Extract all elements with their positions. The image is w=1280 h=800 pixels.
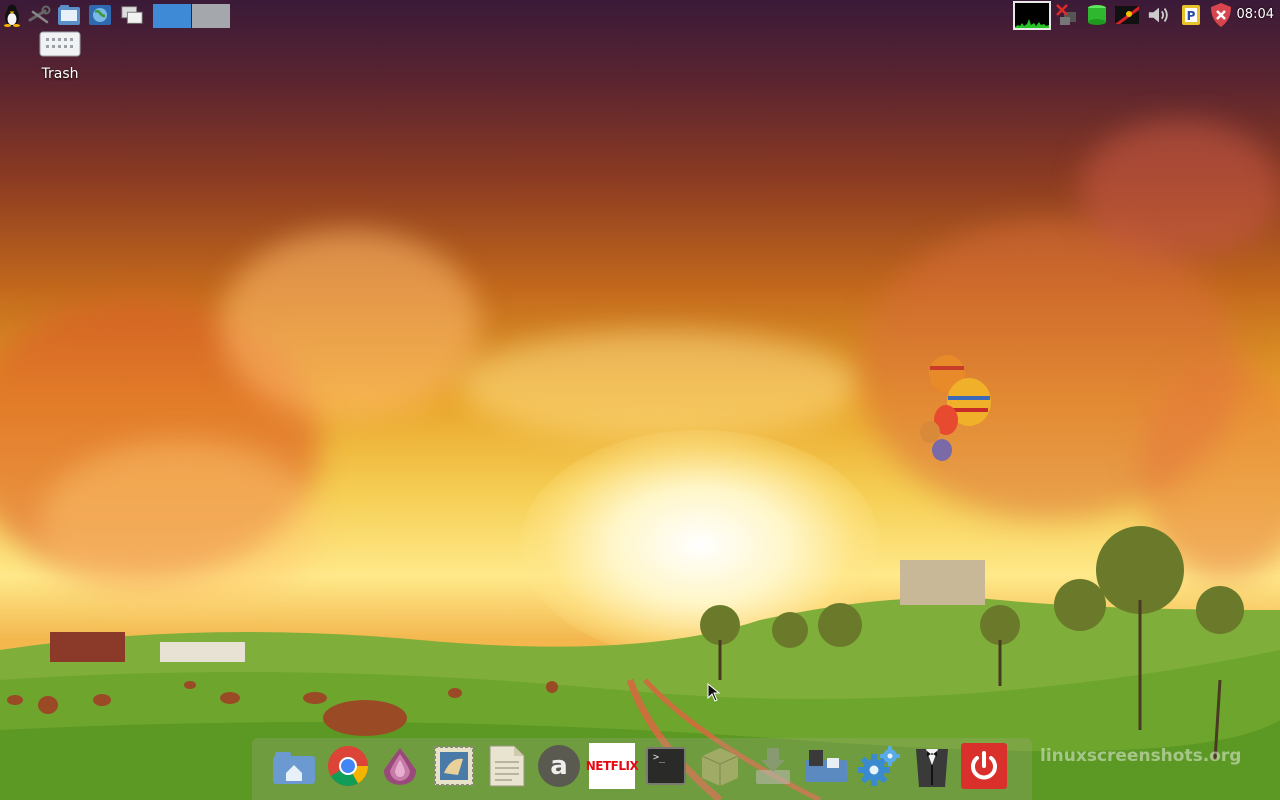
netflix-label: NETFLIX: [585, 759, 639, 773]
dock-onion-browser[interactable]: [376, 742, 424, 790]
terminal-prompt-label: >_: [653, 752, 666, 763]
text-document-icon: [489, 745, 525, 787]
network-disconnected-icon[interactable]: [1055, 3, 1079, 27]
settings-tools-icon[interactable]: [27, 3, 51, 27]
dock-amazon[interactable]: a: [535, 742, 583, 790]
amazon-app-icon: a: [538, 745, 580, 787]
site-watermark: linuxscreenshots.org: [1040, 746, 1242, 766]
security-shield-icon[interactable]: [1209, 3, 1233, 27]
amazon-label: a: [550, 751, 568, 781]
mail-stamp-icon: [434, 746, 474, 786]
tuxedo-butler-icon: [916, 749, 948, 787]
desktop-trash[interactable]: Trash: [30, 30, 90, 82]
dock-netflix[interactable]: NETFLIX: [586, 742, 639, 790]
volume-speaker-icon[interactable]: [1147, 3, 1171, 27]
workspace-1[interactable]: [153, 4, 191, 28]
package-box-icon: [701, 748, 739, 786]
cpu-graph-monitor[interactable]: [1013, 1, 1051, 30]
power-button-icon: [961, 743, 1007, 789]
dock-mail-stamp[interactable]: [430, 742, 478, 790]
mouse-pointer-icon: [707, 683, 721, 702]
dock-home-folder[interactable]: [270, 742, 318, 790]
chrome-browser-icon: [328, 746, 368, 786]
show-windows-icon[interactable]: [120, 3, 144, 27]
screen-share-icon: [805, 750, 847, 782]
svg-text:P: P: [1187, 9, 1196, 23]
dock-terminal[interactable]: >_: [642, 742, 690, 790]
keyboard-layout-flag-icon[interactable]: [1115, 3, 1139, 27]
top-panel: P 08:04: [0, 0, 1280, 31]
gear-settings-icon: [858, 746, 900, 786]
onion-browser-icon: [384, 748, 416, 785]
netflix-app-icon: NETFLIX: [586, 743, 639, 789]
dock-butler-tuxedo[interactable]: [908, 742, 956, 790]
parking-clipboard-icon[interactable]: P: [1179, 3, 1203, 27]
dock-power-logout[interactable]: [960, 742, 1008, 790]
terminal-icon: >_: [646, 747, 686, 785]
file-manager-icon[interactable]: [57, 3, 81, 27]
web-browser-icon[interactable]: [88, 3, 112, 27]
meadow-landscape: [0, 355, 1280, 800]
hot-air-balloons: [920, 355, 991, 461]
home-folder-icon: [273, 752, 315, 784]
trash-bin-icon: [39, 31, 81, 57]
dock-text-editor[interactable]: [482, 742, 530, 790]
download-tray-icon: [756, 748, 790, 784]
workspace-2[interactable]: [192, 4, 230, 28]
dock-screen-share[interactable]: [802, 742, 850, 790]
trash-label: Trash: [41, 66, 79, 82]
panel-clock[interactable]: 08:04: [1237, 7, 1274, 22]
menu-tux-icon[interactable]: [0, 3, 24, 27]
desktop-wallpaper: [0, 0, 1280, 800]
dock-chrome[interactable]: [324, 742, 372, 790]
dock-downloads[interactable]: [749, 742, 797, 790]
dock-package-archive[interactable]: [696, 742, 744, 790]
dock-system-settings[interactable]: [855, 742, 903, 790]
storage-drive-icon[interactable]: [1085, 3, 1109, 27]
